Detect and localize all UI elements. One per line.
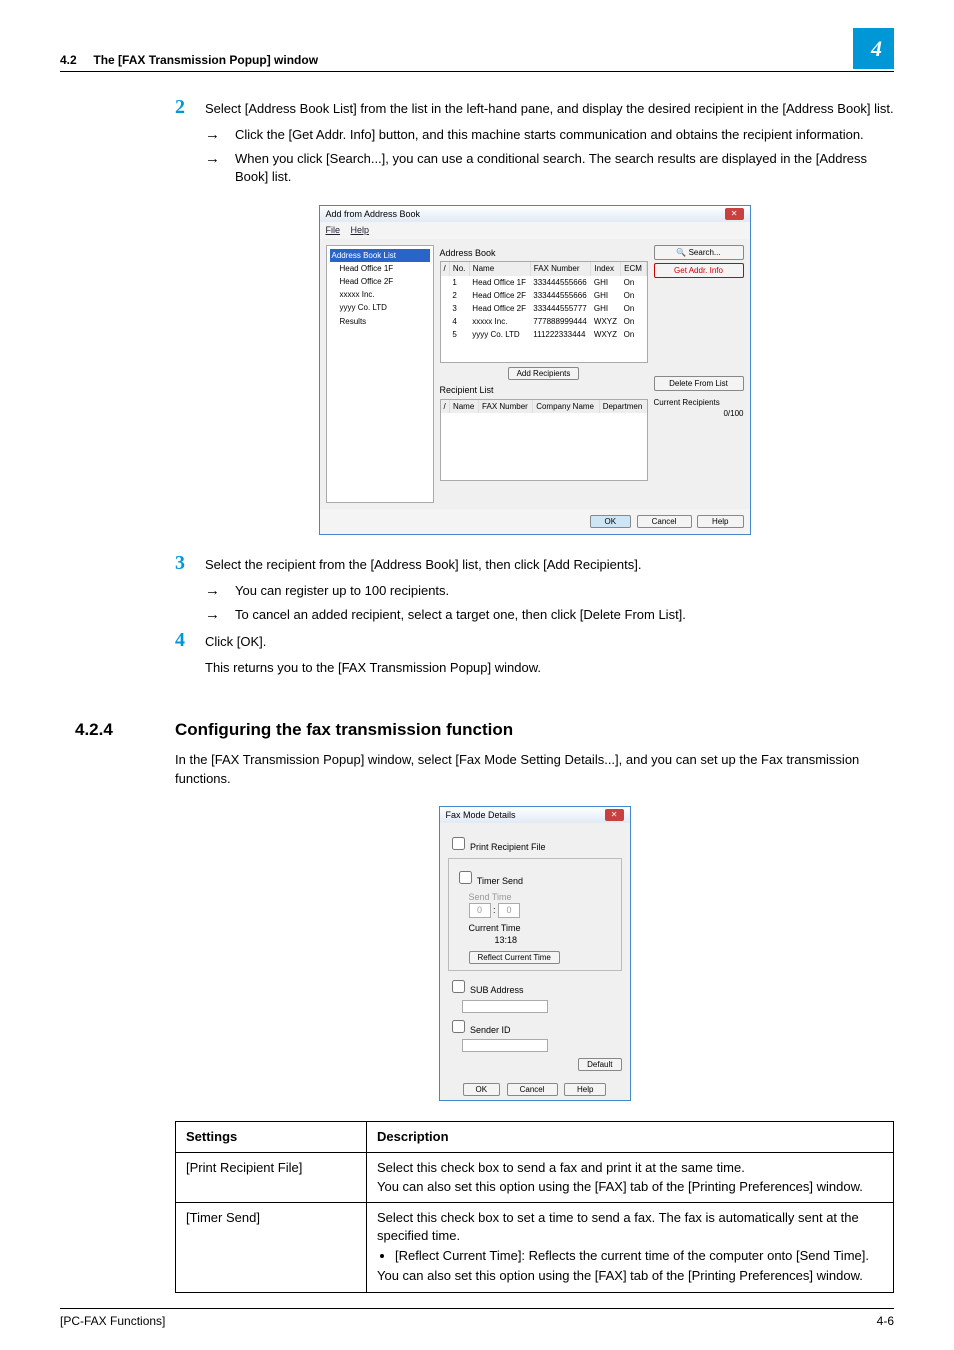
cancel-button[interactable]: Cancel — [507, 1083, 558, 1096]
tree-root[interactable]: Address Book List — [330, 249, 430, 262]
running-header: 4.2 The [FAX Transmission Popup] window — [60, 52, 318, 69]
add-from-address-book-dialog: Add from Address Book ✕ File Help Addres… — [319, 205, 751, 535]
recipient-list-label: Recipient List — [440, 384, 648, 397]
table-row[interactable]: 4xxxxx Inc.777888999444WXYZOn — [441, 315, 647, 328]
menu-help[interactable]: Help — [351, 225, 370, 235]
menu-file[interactable]: File — [326, 225, 341, 235]
header-section-num: 4.2 — [60, 53, 77, 67]
step-4-text: Click [OK]. — [205, 630, 894, 651]
tree-item[interactable]: Head Office 1F — [330, 262, 430, 275]
footer-left: [PC-FAX Functions] — [60, 1313, 165, 1330]
ok-button[interactable]: OK — [590, 515, 632, 528]
current-time-label: Current Time — [469, 922, 615, 935]
arrow-icon: → — [205, 126, 235, 144]
table-row[interactable]: 3Head Office 2F333444555777GHIOn — [441, 302, 647, 315]
tree-item[interactable]: Results — [330, 315, 430, 328]
table-row: [Timer Send] Select this check box to se… — [176, 1202, 894, 1292]
fax-mode-details-dialog: Fax Mode Details ✕ Print Recipient File … — [439, 806, 631, 1101]
address-tree[interactable]: Address Book List Head Office 1F Head Of… — [326, 245, 434, 503]
sub-address-checkbox[interactable]: SUB Address — [448, 977, 622, 997]
col-name[interactable]: Name — [469, 262, 530, 275]
step-3-bullet-b: To cancel an added recipient, select a t… — [235, 606, 894, 624]
delete-from-list-button[interactable]: Delete From List — [654, 376, 744, 391]
address-book-table[interactable]: / No. Name FAX Number Index ECM 1Head Of… — [440, 261, 648, 363]
settings-table: Settings Description [Print Recipient Fi… — [175, 1121, 894, 1292]
header-section-title: The [FAX Transmission Popup] window — [93, 53, 318, 67]
step-4-followup: This returns you to the [FAX Transmissio… — [205, 659, 894, 677]
search-button[interactable]: 🔍 Search... — [654, 245, 744, 260]
sender-id-field[interactable] — [462, 1039, 548, 1052]
section-number: 4.2.4 — [60, 718, 175, 742]
cancel-button[interactable]: Cancel — [637, 515, 692, 528]
step-2-text: Select [Address Book List] from the list… — [205, 97, 894, 118]
col-index[interactable]: Index — [591, 262, 621, 275]
table-header-settings: Settings — [176, 1122, 367, 1153]
step-2-bullet-b: When you click [Search...], you can use … — [235, 150, 894, 186]
table-row[interactable]: 5yyyy Co. LTD111222333444WXYZOn — [441, 328, 647, 341]
setting-name: [Print Recipient File] — [176, 1153, 367, 1202]
footer-page: 4-6 — [877, 1313, 894, 1330]
timer-send-checkbox[interactable]: Timer Send — [455, 868, 615, 888]
current-time-value: 13:18 — [495, 934, 615, 947]
setting-desc: Select this check box to send a fax and … — [367, 1153, 894, 1202]
chapter-badge: 4 — [853, 28, 894, 69]
step-3-bullet-a: You can register up to 100 recipients. — [235, 582, 894, 600]
reflect-current-time-button[interactable]: Reflect Current Time — [469, 951, 560, 964]
print-recipient-checkbox[interactable]: Print Recipient File — [448, 834, 622, 854]
setting-name: [Timer Send] — [176, 1202, 367, 1292]
col-fax[interactable]: FAX Number — [530, 262, 591, 275]
tree-item[interactable]: Head Office 2F — [330, 275, 430, 288]
close-icon[interactable]: ✕ — [725, 208, 744, 221]
current-recipients-count: 0/100 — [654, 408, 744, 419]
arrow-icon: → — [205, 606, 235, 624]
send-time-label: Send Time — [469, 891, 615, 904]
table-row: [Print Recipient File] Select this check… — [176, 1153, 894, 1202]
help-button[interactable]: Help — [697, 515, 743, 528]
dialog-title: Add from Address Book — [326, 208, 421, 221]
add-recipients-button[interactable]: Add Recipients — [508, 367, 580, 380]
table-row[interactable]: 2Head Office 2F333444555666GHIOn — [441, 289, 647, 302]
section-intro: In the [FAX Transmission Popup] window, … — [175, 751, 894, 787]
hour-spinner[interactable]: 0 — [469, 903, 491, 918]
get-addr-info-button[interactable]: Get Addr. Info — [654, 263, 744, 278]
step-2-bullet-a: Click the [Get Addr. Info] button, and t… — [235, 126, 894, 144]
ok-button[interactable]: OK — [463, 1083, 501, 1096]
minute-spinner[interactable]: 0 — [498, 903, 520, 918]
tree-item[interactable]: yyyy Co. LTD — [330, 301, 430, 314]
col-chk[interactable]: / — [441, 262, 450, 275]
sender-id-checkbox[interactable]: Sender ID — [448, 1017, 622, 1037]
col-no[interactable]: No. — [449, 262, 469, 275]
recipient-list-table[interactable]: / Name FAX Number Company Name Departmen — [440, 399, 648, 481]
section-heading: 4.2.4Configuring the fax transmission fu… — [175, 718, 894, 742]
sub-address-field[interactable] — [462, 1000, 548, 1013]
address-book-label: Address Book — [440, 247, 648, 260]
table-header-description: Description — [367, 1122, 894, 1153]
step-3-text: Select the recipient from the [Address B… — [205, 553, 894, 574]
table-row[interactable]: 1Head Office 1F333444555666GHIOn — [441, 276, 647, 289]
dialog-title: Fax Mode Details — [446, 809, 516, 822]
section-title: Configuring the fax transmission functio… — [175, 720, 513, 739]
help-button[interactable]: Help — [564, 1083, 606, 1096]
close-icon[interactable]: ✕ — [605, 809, 624, 822]
arrow-icon: → — [205, 582, 235, 600]
col-ecm[interactable]: ECM — [621, 262, 646, 275]
default-button[interactable]: Default — [578, 1058, 621, 1071]
current-recipients-label: Current Recipients — [654, 397, 744, 408]
step-number-2: 2 — [175, 97, 205, 118]
arrow-icon: → — [205, 150, 235, 186]
tree-item[interactable]: xxxxx Inc. — [330, 288, 430, 301]
step-number-4: 4 — [175, 630, 205, 651]
setting-desc: Select this check box to set a time to s… — [367, 1202, 894, 1292]
step-number-3: 3 — [175, 553, 205, 574]
